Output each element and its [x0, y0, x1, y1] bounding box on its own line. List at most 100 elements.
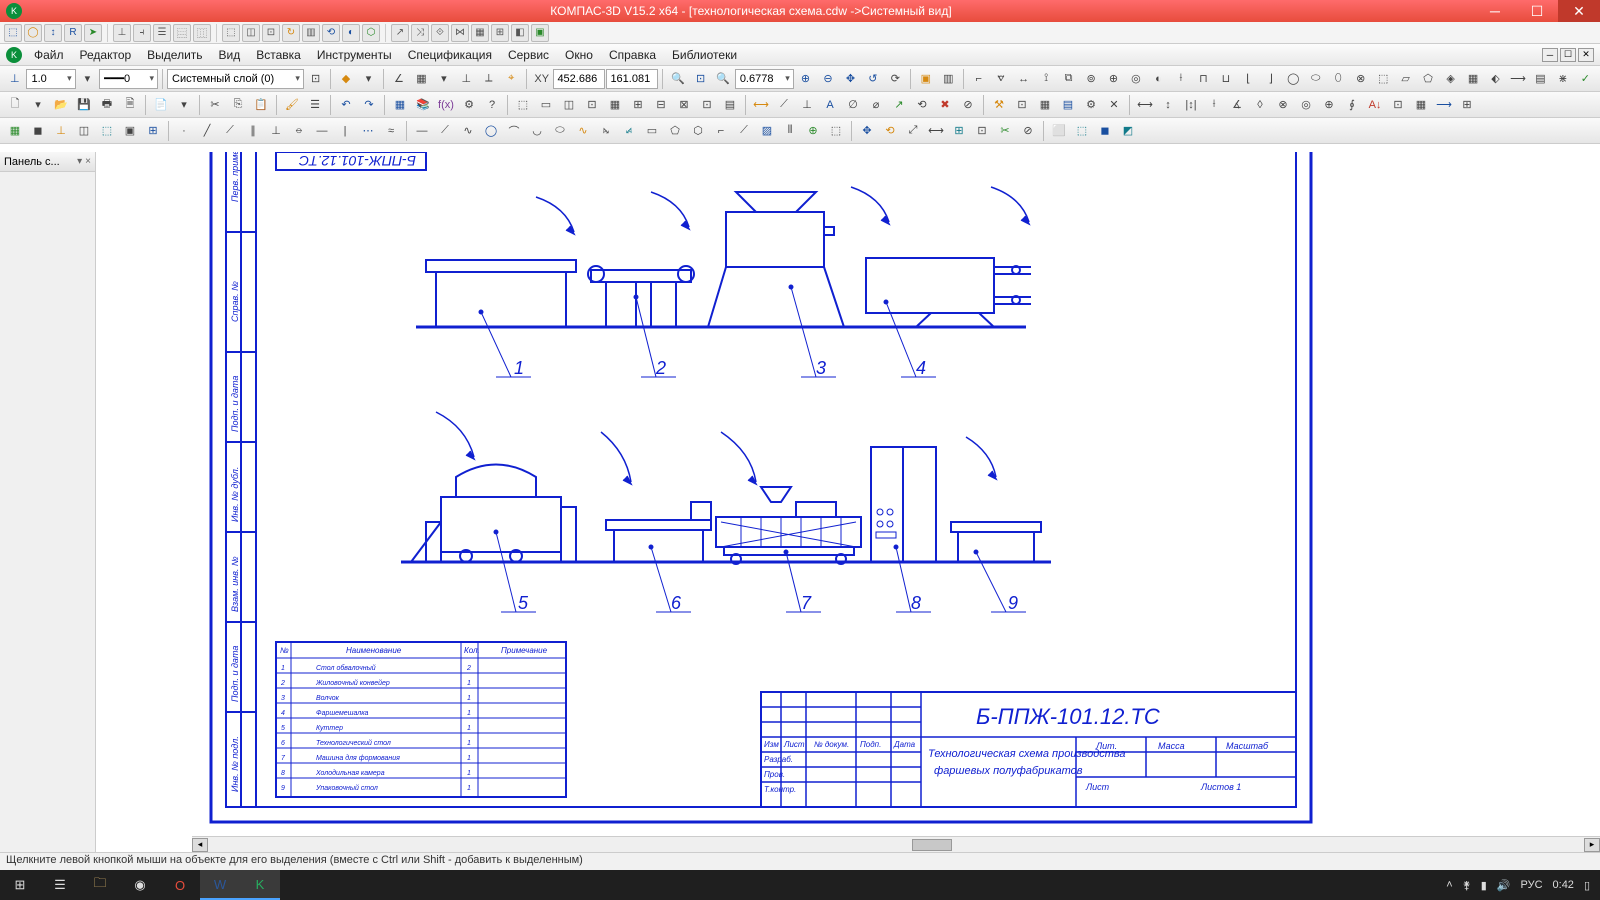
dim-icon[interactable]: ⊥ [796, 94, 818, 116]
toggle-icon[interactable]: ▣ [915, 68, 936, 90]
doc-icon[interactable]: 📄 [150, 94, 172, 116]
geom-icon[interactable]: ⊔ [1215, 68, 1236, 90]
ortho-icon[interactable]: ⟂ [478, 68, 499, 90]
measure-icon[interactable]: ∡ [1226, 94, 1248, 116]
menu-spec[interactable]: Спецификация [400, 46, 500, 64]
view-icon[interactable]: ⊞ [142, 120, 164, 142]
tool-icon[interactable]: ▦ [471, 24, 489, 42]
sheet-icon[interactable]: ▦ [4, 120, 26, 142]
dim-icon[interactable]: ∅ [842, 94, 864, 116]
new-icon[interactable]: 🗋 [4, 94, 26, 116]
contour-icon[interactable]: ⬡ [687, 120, 709, 142]
seg-icon[interactable]: ⟋ [434, 120, 456, 142]
sel-icon[interactable]: ▭ [535, 94, 557, 116]
tool-icon[interactable]: ◯ [24, 24, 42, 42]
mdi-restore-icon[interactable]: ☐ [1560, 48, 1576, 62]
tool-icon[interactable]: ➤ [84, 24, 102, 42]
pan-icon[interactable]: ✥ [840, 68, 861, 90]
tool-icon[interactable]: ◧ [511, 24, 529, 42]
scroll-right-icon[interactable]: ▸ [1584, 838, 1600, 852]
maximize-button[interactable]: ☐ [1516, 0, 1558, 22]
bezier-icon[interactable]: ⦮ [595, 120, 617, 142]
geom-icon[interactable]: ⊚ [1080, 68, 1101, 90]
taskview-icon[interactable]: ☰ [40, 870, 80, 900]
sel-icon[interactable]: ⊡ [696, 94, 718, 116]
view-icon[interactable]: ⬚ [96, 120, 118, 142]
edit-trim-icon[interactable]: ✂ [994, 120, 1016, 142]
step-down-icon[interactable]: ▾ [77, 68, 98, 90]
perp-icon[interactable]: ⊥ [456, 68, 477, 90]
volume-icon[interactable]: 🔊 [1497, 879, 1511, 892]
perp-icon[interactable]: ⊥ [265, 120, 287, 142]
sel-icon[interactable]: ⊡ [581, 94, 603, 116]
measure-icon[interactable]: ⊡ [1387, 94, 1409, 116]
help-icon[interactable]: ? [481, 94, 503, 116]
edit-icon[interactable]: ▤ [1057, 94, 1079, 116]
anchor-icon[interactable]: ⊥ [4, 68, 25, 90]
geom-icon[interactable]: ⟶ [1507, 68, 1528, 90]
menu-service[interactable]: Сервис [500, 46, 557, 64]
text-icon[interactable]: A↓ [1364, 94, 1386, 116]
edit-icon[interactable]: ▦ [1034, 94, 1056, 116]
measure-icon[interactable]: ∮ [1341, 94, 1363, 116]
geom-icon[interactable]: ◯ [1283, 68, 1304, 90]
sel-icon[interactable]: ◫ [558, 94, 580, 116]
geom-icon[interactable]: ⊓ [1193, 68, 1214, 90]
paste-icon[interactable]: 📋 [250, 94, 272, 116]
3d-shade-icon[interactable]: ◼ [1094, 120, 1116, 142]
ellipse-icon[interactable]: ⬭ [549, 120, 571, 142]
tool-icon[interactable]: ⬚ [4, 24, 22, 42]
dim-icon[interactable]: ↗ [888, 94, 910, 116]
drawing-canvas[interactable]: Перв. примен. Справ. № Подп. и дата Инв.… [96, 152, 1600, 852]
measure-icon[interactable]: ⊞ [1456, 94, 1478, 116]
coord-x-input[interactable] [553, 69, 605, 89]
measure-icon[interactable]: ⟷ [1134, 94, 1156, 116]
cut-icon[interactable]: ✂ [204, 94, 226, 116]
measure-icon[interactable]: ◎ [1295, 94, 1317, 116]
menu-view[interactable]: Вид [211, 46, 249, 64]
menu-insert[interactable]: Вставка [248, 46, 309, 64]
save-icon[interactable]: 💾 [73, 94, 95, 116]
view-icon[interactable]: ⊥ [50, 120, 72, 142]
tool-icon[interactable]: ▣ [531, 24, 549, 42]
tool-icon[interactable]: ⬚ [222, 24, 240, 42]
geom-icon[interactable]: ↔ [1013, 68, 1034, 90]
measure-icon[interactable]: ⊕ [1318, 94, 1340, 116]
print-icon[interactable]: 🖶 [96, 94, 118, 116]
opera-icon[interactable]: O [160, 870, 200, 900]
geom-icon[interactable]: ⟊ [1170, 68, 1191, 90]
dim-icon[interactable]: ✖ [934, 94, 956, 116]
mdi-close-icon[interactable]: ✕ [1578, 48, 1594, 62]
tool-icon[interactable]: ⬡ [362, 24, 380, 42]
3d-box-icon[interactable]: ⬜ [1048, 120, 1070, 142]
tool-icon[interactable]: ⊡ [262, 24, 280, 42]
dim-text-icon[interactable]: A [819, 94, 841, 116]
geom-icon[interactable]: ⟟ [1035, 68, 1056, 90]
geom-icon[interactable]: ⌐ [968, 68, 989, 90]
grid-icon[interactable]: ▦ [411, 68, 432, 90]
fillet-icon[interactable]: ⌐ [710, 120, 732, 142]
doc-drop-icon[interactable]: ▾ [173, 94, 195, 116]
view-icon[interactable]: ▣ [119, 120, 141, 142]
word-icon[interactable]: W [200, 870, 240, 900]
measure-icon[interactable]: ⟊ [1203, 94, 1225, 116]
tool-icon[interactable]: ⟐ [431, 24, 449, 42]
measure-icon[interactable]: ▦ [1410, 94, 1432, 116]
sel-icon[interactable]: ▦ [604, 94, 626, 116]
chrome-icon[interactable]: ◉ [120, 870, 160, 900]
dim-icon[interactable]: ⟷ [750, 94, 772, 116]
app-menu-icon[interactable]: K [6, 47, 22, 63]
tool-icon[interactable]: ⋈ [451, 24, 469, 42]
tool-icon[interactable]: ◐ [342, 24, 360, 42]
pt-icon[interactable]: · [173, 120, 195, 142]
edit-break-icon[interactable]: ⊘ [1017, 120, 1039, 142]
menu-file[interactable]: Файл [26, 46, 72, 64]
new-drop-icon[interactable]: ▾ [27, 94, 49, 116]
geom-icon[interactable]: ◐ [1148, 68, 1169, 90]
zoom-in-icon[interactable]: ⊕ [795, 68, 816, 90]
geom-icon[interactable]: ⬠ [1417, 68, 1438, 90]
edit-scale-icon[interactable]: ⤢ [902, 120, 924, 142]
sel-icon[interactable]: ⬚ [512, 94, 534, 116]
copy-icon[interactable]: ⎘ [227, 94, 249, 116]
equid-icon[interactable]: ⫴ [779, 120, 801, 142]
